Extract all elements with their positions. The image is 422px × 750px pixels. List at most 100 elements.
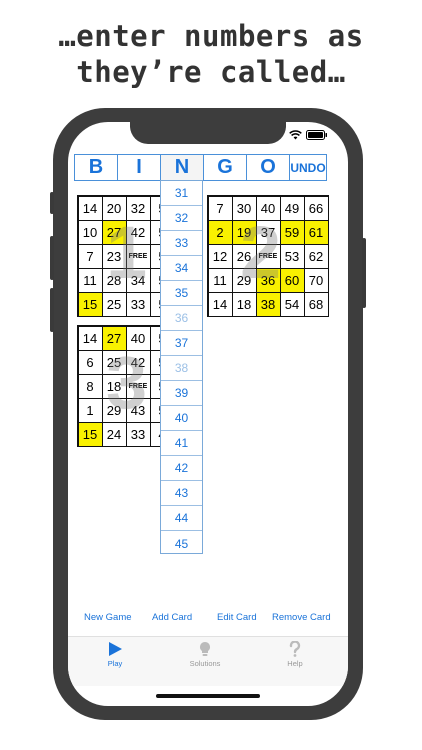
picker-number-37[interactable]: 37 bbox=[161, 331, 202, 356]
picker-number-44[interactable]: 44 bbox=[161, 506, 202, 531]
tab-solutions[interactable]: Solutions bbox=[170, 641, 240, 668]
remove-card-button[interactable]: Remove Card bbox=[272, 612, 331, 623]
column-o-button[interactable]: O bbox=[246, 154, 290, 181]
card-cell[interactable]: 7 bbox=[207, 195, 233, 221]
picker-number-38[interactable]: 38 bbox=[161, 356, 202, 381]
tab-help[interactable]: Help bbox=[260, 641, 330, 668]
card-cell[interactable]: 53 bbox=[279, 243, 305, 269]
picker-number-35[interactable]: 35 bbox=[161, 281, 202, 306]
card-cell[interactable]: 14 bbox=[77, 325, 103, 351]
phone-screen: B I N G O UNDO 14203251027425723FREE5112… bbox=[68, 122, 348, 706]
card-cell[interactable]: 68 bbox=[303, 291, 329, 317]
phone-notch bbox=[130, 122, 286, 144]
card-cell[interactable]: 14 bbox=[77, 195, 103, 221]
column-g-button[interactable]: G bbox=[203, 154, 247, 181]
phone-side-button bbox=[50, 192, 54, 214]
card-cell[interactable]: 8 bbox=[77, 373, 103, 399]
picker-number-32[interactable]: 32 bbox=[161, 206, 202, 231]
card-cell[interactable]: 1 bbox=[77, 397, 103, 423]
card-cell[interactable]: 61 bbox=[303, 219, 329, 245]
card-cell[interactable]: 20 bbox=[101, 195, 127, 221]
card-cell[interactable]: 33 bbox=[125, 421, 151, 447]
card-cell[interactable]: 38 bbox=[255, 291, 281, 317]
column-b-button[interactable]: B bbox=[74, 154, 118, 181]
new-game-button[interactable]: New Game bbox=[84, 612, 132, 623]
phone-volume-up bbox=[50, 236, 54, 280]
card-cell[interactable]: 70 bbox=[303, 267, 329, 293]
card-cell[interactable]: 42 bbox=[125, 219, 151, 245]
number-picker[interactable]: 31 32 33 34 35 36 37 38 39 40 41 42 43 44 45 bbox=[160, 180, 203, 554]
card-cell[interactable]: 11 bbox=[207, 267, 233, 293]
bingo-card-2[interactable]: 7 30 40 49 66 2 19 37 59 61 12 26 FREE 53 62 11 29 36 60 70… bbox=[207, 195, 329, 317]
card-cell[interactable]: 60 bbox=[279, 267, 305, 293]
picker-number-31[interactable]: 31 bbox=[161, 181, 202, 206]
free-space-cell[interactable]: FREE bbox=[255, 243, 281, 269]
phone-volume-down bbox=[50, 288, 54, 332]
card-cell[interactable]: 34 bbox=[125, 267, 151, 293]
play-icon bbox=[109, 642, 122, 656]
picker-number-42[interactable]: 42 bbox=[161, 456, 202, 481]
card-cell[interactable]: 40 bbox=[125, 325, 151, 351]
headline-line-1: …enter numbers as bbox=[58, 19, 364, 53]
column-n-button[interactable]: N bbox=[160, 154, 204, 181]
card-cell[interactable]: 15 bbox=[77, 291, 103, 317]
card-cell[interactable]: 15 bbox=[77, 421, 103, 447]
card-cell[interactable]: 42 bbox=[125, 349, 151, 375]
card-cell[interactable]: 29 bbox=[231, 267, 257, 293]
picker-number-33[interactable]: 33 bbox=[161, 231, 202, 256]
tab-bar: Play Solutions Help bbox=[68, 636, 348, 686]
picker-number-41[interactable]: 41 bbox=[161, 431, 202, 456]
card-cell[interactable]: 36 bbox=[255, 267, 281, 293]
card-cell[interactable]: 18 bbox=[101, 373, 127, 399]
card-cell[interactable]: 14 bbox=[207, 291, 233, 317]
free-space-cell[interactable]: FREE bbox=[125, 243, 151, 269]
add-card-button[interactable]: Add Card bbox=[152, 612, 192, 623]
headline: …enter numbers as they’re called… bbox=[0, 18, 422, 90]
card-cell[interactable]: 59 bbox=[279, 219, 305, 245]
card-cell[interactable]: 26 bbox=[231, 243, 257, 269]
card-cell[interactable]: 43 bbox=[125, 397, 151, 423]
edit-card-button[interactable]: Edit Card bbox=[217, 612, 257, 623]
tab-play[interactable]: Play bbox=[80, 641, 150, 668]
lightbulb-icon bbox=[200, 642, 210, 656]
card-cell[interactable]: 11 bbox=[77, 267, 103, 293]
picker-number-39[interactable]: 39 bbox=[161, 381, 202, 406]
card-cell[interactable]: 25 bbox=[101, 349, 127, 375]
wifi-icon bbox=[289, 130, 302, 140]
picker-number-36[interactable]: 36 bbox=[161, 306, 202, 331]
picker-number-34[interactable]: 34 bbox=[161, 256, 202, 281]
card-cell[interactable]: 32 bbox=[125, 195, 151, 221]
card-cell[interactable]: 33 bbox=[125, 291, 151, 317]
card-cell[interactable]: 2 bbox=[207, 219, 233, 245]
card-cell[interactable]: 27 bbox=[101, 325, 127, 351]
card-cell[interactable]: 24 bbox=[101, 421, 127, 447]
status-bar bbox=[289, 130, 328, 140]
question-icon bbox=[289, 641, 301, 657]
card-cell[interactable]: 30 bbox=[231, 195, 257, 221]
card-cell[interactable]: 66 bbox=[303, 195, 329, 221]
card-cell[interactable]: 7 bbox=[77, 243, 103, 269]
undo-button[interactable]: UNDO bbox=[289, 154, 327, 181]
card-cell[interactable]: 40 bbox=[255, 195, 281, 221]
card-cell[interactable]: 29 bbox=[101, 397, 127, 423]
card-cell[interactable]: 54 bbox=[279, 291, 305, 317]
tab-solutions-label: Solutions bbox=[189, 659, 221, 668]
picker-number-40[interactable]: 40 bbox=[161, 406, 202, 431]
card-cell[interactable]: 25 bbox=[101, 291, 127, 317]
card-cell[interactable]: 62 bbox=[303, 243, 329, 269]
card-cell[interactable]: 19 bbox=[231, 219, 257, 245]
card-cell[interactable]: 27 bbox=[101, 219, 127, 245]
column-i-button[interactable]: I bbox=[117, 154, 161, 181]
tab-play-label: Play bbox=[107, 659, 123, 668]
picker-number-45[interactable]: 45 bbox=[161, 531, 202, 556]
card-cell[interactable]: 12 bbox=[207, 243, 233, 269]
picker-number-43[interactable]: 43 bbox=[161, 481, 202, 506]
card-cell[interactable]: 49 bbox=[279, 195, 305, 221]
card-cell[interactable]: 28 bbox=[101, 267, 127, 293]
card-cell[interactable]: 18 bbox=[231, 291, 257, 317]
card-cell[interactable]: 23 bbox=[101, 243, 127, 269]
card-cell[interactable]: 10 bbox=[77, 219, 103, 245]
free-space-cell[interactable]: FREE bbox=[125, 373, 151, 399]
card-cell[interactable]: 37 bbox=[255, 219, 281, 245]
card-cell[interactable]: 6 bbox=[77, 349, 103, 375]
